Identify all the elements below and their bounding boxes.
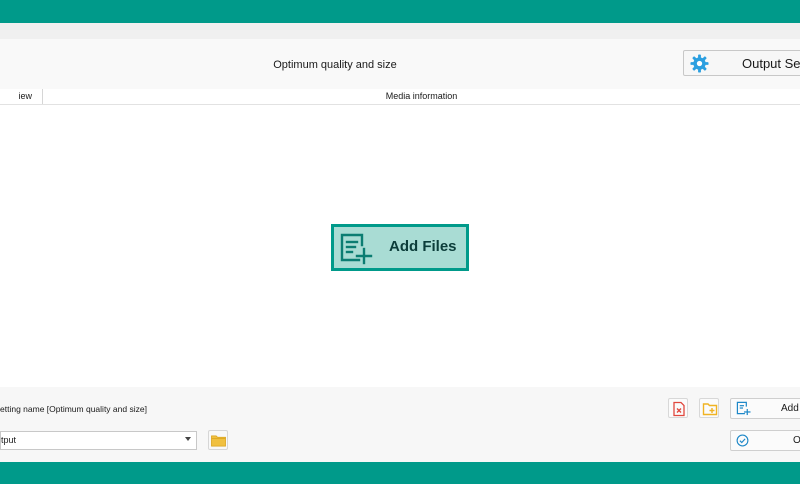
output-folder-value: tput: [1, 435, 17, 445]
add-folder-icon: [702, 403, 718, 416]
add-files-button-large[interactable]: Add Files: [331, 224, 469, 271]
header-panel: Optimum quality and size Output Setti: [0, 39, 800, 89]
ok-button[interactable]: Ol: [730, 430, 800, 451]
browse-folder-button[interactable]: [208, 430, 228, 450]
chevron-down-icon: [185, 437, 191, 441]
column-header: iew Media information: [0, 89, 800, 105]
column-preview-label: iew: [18, 91, 32, 101]
ok-label: Ol: [793, 435, 800, 446]
delete-files-button[interactable]: [668, 398, 688, 418]
title-strip: [0, 23, 800, 39]
add-file-icon: [340, 233, 373, 265]
bottom-accent-bar: [0, 462, 800, 484]
footer-panel: etting name [Optimum quality and size] A…: [0, 387, 800, 462]
gear-icon: [690, 54, 709, 73]
preset-label: Optimum quality and size: [273, 59, 397, 71]
add-files-button[interactable]: Add F: [730, 398, 800, 419]
add-folder-button[interactable]: [699, 398, 719, 418]
add-file-icon: [736, 401, 751, 416]
column-media-information[interactable]: Media information: [43, 89, 800, 101]
output-settings-button[interactable]: Output Setti: [683, 50, 800, 76]
file-list-area[interactable]: Add Files: [0, 105, 800, 387]
add-files-small-label: Add F: [781, 403, 800, 414]
delete-file-icon: [673, 401, 685, 417]
folder-icon: [211, 435, 226, 447]
column-preview[interactable]: iew: [0, 89, 43, 104]
top-accent-bar: [0, 0, 800, 23]
output-folder-select[interactable]: tput: [0, 431, 197, 450]
add-files-label: Add Files: [389, 238, 457, 255]
output-settings-label: Output Setti: [742, 56, 800, 71]
setting-name-label: etting name [Optimum quality and size]: [0, 404, 147, 414]
check-circle-icon: [736, 434, 749, 447]
